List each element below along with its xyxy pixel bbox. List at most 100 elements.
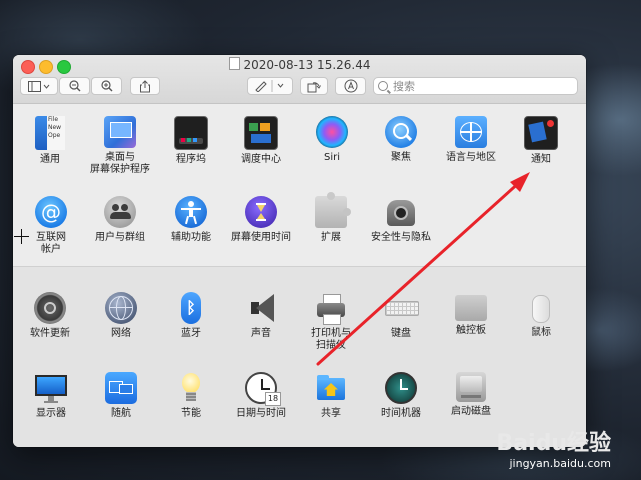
pref-language-region[interactable]: 语言与地区 [435, 116, 507, 164]
pref-mouse[interactable]: 鼠标 [505, 292, 577, 339]
pref-startup-disk[interactable]: 启动磁盘 [435, 372, 507, 418]
time-machine-icon [385, 372, 417, 404]
sidebar-toggle-button[interactable] [20, 77, 58, 95]
pref-displays[interactable]: 显示器 [15, 372, 87, 420]
pref-label: Siri [323, 152, 340, 163]
pref-date-time[interactable]: 18 日期与时间 [225, 372, 297, 420]
printers-icon [315, 292, 347, 325]
share-button[interactable] [130, 77, 160, 95]
sidebar-icon [28, 80, 50, 92]
watermark: Baidu经验 jingyan.baidu.com [496, 425, 611, 470]
pref-label: 声音 [251, 328, 271, 339]
pref-accessibility[interactable]: 辅助功能 [155, 196, 227, 244]
trackpad-icon [455, 295, 487, 321]
zoom-out-button[interactable] [59, 77, 90, 95]
pref-label: 语言与地区 [446, 152, 496, 163]
pref-energy-saver[interactable]: 节能 [155, 372, 227, 420]
zoom-out-icon [68, 80, 80, 92]
calendar-day: 18 [265, 392, 281, 406]
preview-window: 2020-08-13 15.26.44 搜索 File New Ope 通用 桌… [13, 55, 586, 447]
energy-saver-icon [175, 372, 207, 404]
annotate-icon [344, 79, 357, 93]
pref-label: 启动磁盘 [451, 406, 491, 417]
pref-label: 辅助功能 [171, 232, 211, 243]
mission-control-icon [244, 116, 278, 150]
zoom-in-icon [100, 80, 112, 92]
software-update-icon [34, 292, 66, 324]
pref-notifications[interactable]: 通知 [505, 116, 577, 166]
pref-label: 蓝牙 [181, 328, 201, 339]
zoom-in-button[interactable] [91, 77, 122, 95]
pref-network[interactable]: 网络 [85, 292, 157, 340]
internet-accounts-icon: @ [35, 196, 67, 228]
accessibility-icon [175, 196, 207, 228]
pref-label: 通知 [531, 154, 551, 165]
pref-screen-time[interactable]: 屏幕使用时间 [225, 196, 297, 244]
pref-internet-accounts[interactable]: @ 互联网 帐户 [15, 196, 87, 256]
pref-label: 打印机与 扫描仪 [311, 328, 351, 351]
pref-label: 桌面与 屏幕保护程序 [90, 152, 150, 175]
pref-security-privacy[interactable]: 安全性与隐私 [365, 196, 437, 244]
screen-time-icon [245, 196, 277, 228]
spotlight-icon [385, 116, 417, 148]
bluetooth-icon: ᛒ [181, 292, 201, 324]
sharing-icon [315, 372, 347, 404]
pref-label: 通用 [40, 154, 60, 165]
watermark-url: jingyan.baidu.com [509, 457, 611, 470]
pref-label: 安全性与隐私 [371, 232, 431, 243]
pref-time-machine[interactable]: 时间机器 [365, 372, 437, 420]
annotate-button[interactable] [335, 77, 366, 95]
markup-button[interactable] [247, 77, 293, 95]
pref-label: 屏幕使用时间 [231, 232, 291, 243]
notifications-icon [524, 116, 558, 150]
preview-content: File New Ope 通用 桌面与 屏幕保护程序 程序坞 调度中心 Siri… [13, 104, 586, 447]
pref-printers-scanners[interactable]: 打印机与 扫描仪 [295, 292, 367, 352]
pref-label: 程序坞 [176, 154, 206, 165]
pref-general[interactable]: File New Ope 通用 [14, 116, 86, 166]
pref-label: 触控板 [456, 325, 486, 336]
dock-icon [174, 116, 208, 150]
pref-label: 节能 [181, 408, 201, 419]
pref-trackpad[interactable]: 触控板 [435, 292, 507, 337]
pref-software-update[interactable]: 软件更新 [14, 292, 86, 340]
general-icon: File New Ope [35, 116, 65, 150]
pref-keyboard[interactable]: 键盘 [365, 292, 437, 340]
network-icon [105, 292, 137, 324]
share-icon [140, 79, 150, 92]
markup-pen-icon [255, 80, 284, 92]
window-title: 2020-08-13 15.26.44 [13, 57, 586, 72]
pref-label: 时间机器 [381, 408, 421, 419]
pref-label: 用户与群组 [95, 232, 145, 243]
mouse-icon [532, 295, 550, 323]
extensions-icon [315, 192, 351, 228]
pref-siri[interactable]: Siri [296, 116, 368, 164]
pref-sound[interactable]: 声音 [225, 292, 297, 340]
pref-label: 共享 [321, 408, 341, 419]
titlebar: 2020-08-13 15.26.44 搜索 [13, 55, 586, 104]
pref-label: 键盘 [391, 328, 411, 339]
watermark-brand: Baidu经验 [496, 431, 611, 456]
rotate-button[interactable] [300, 77, 328, 95]
pref-bluetooth[interactable]: ᛒ 蓝牙 [155, 292, 227, 340]
document-icon [228, 57, 240, 70]
pref-label: 调度中心 [241, 154, 281, 165]
pref-extensions[interactable]: 扩展 [295, 192, 367, 244]
pref-spotlight[interactable]: 聚焦 [365, 116, 437, 164]
pref-label: 软件更新 [30, 328, 70, 339]
pref-mission-control[interactable]: 调度中心 [225, 116, 297, 166]
pref-sharing[interactable]: 共享 [295, 372, 367, 420]
sidecar-icon [105, 372, 137, 404]
search-icon [378, 81, 388, 91]
pref-dock[interactable]: 程序坞 [155, 116, 227, 166]
search-field[interactable]: 搜索 [373, 77, 578, 95]
crosshair-cursor-icon [14, 229, 29, 244]
pref-desktop-screensaver[interactable]: 桌面与 屏幕保护程序 [84, 116, 156, 176]
pref-label: 随航 [111, 408, 131, 419]
displays-icon [35, 372, 67, 404]
startup-disk-icon [456, 372, 486, 402]
language-region-icon [455, 116, 487, 148]
siri-icon [316, 116, 348, 148]
pref-users-groups[interactable]: 用户与群组 [84, 196, 156, 244]
pref-label: 显示器 [36, 408, 66, 419]
pref-sidecar[interactable]: 随航 [85, 372, 157, 420]
